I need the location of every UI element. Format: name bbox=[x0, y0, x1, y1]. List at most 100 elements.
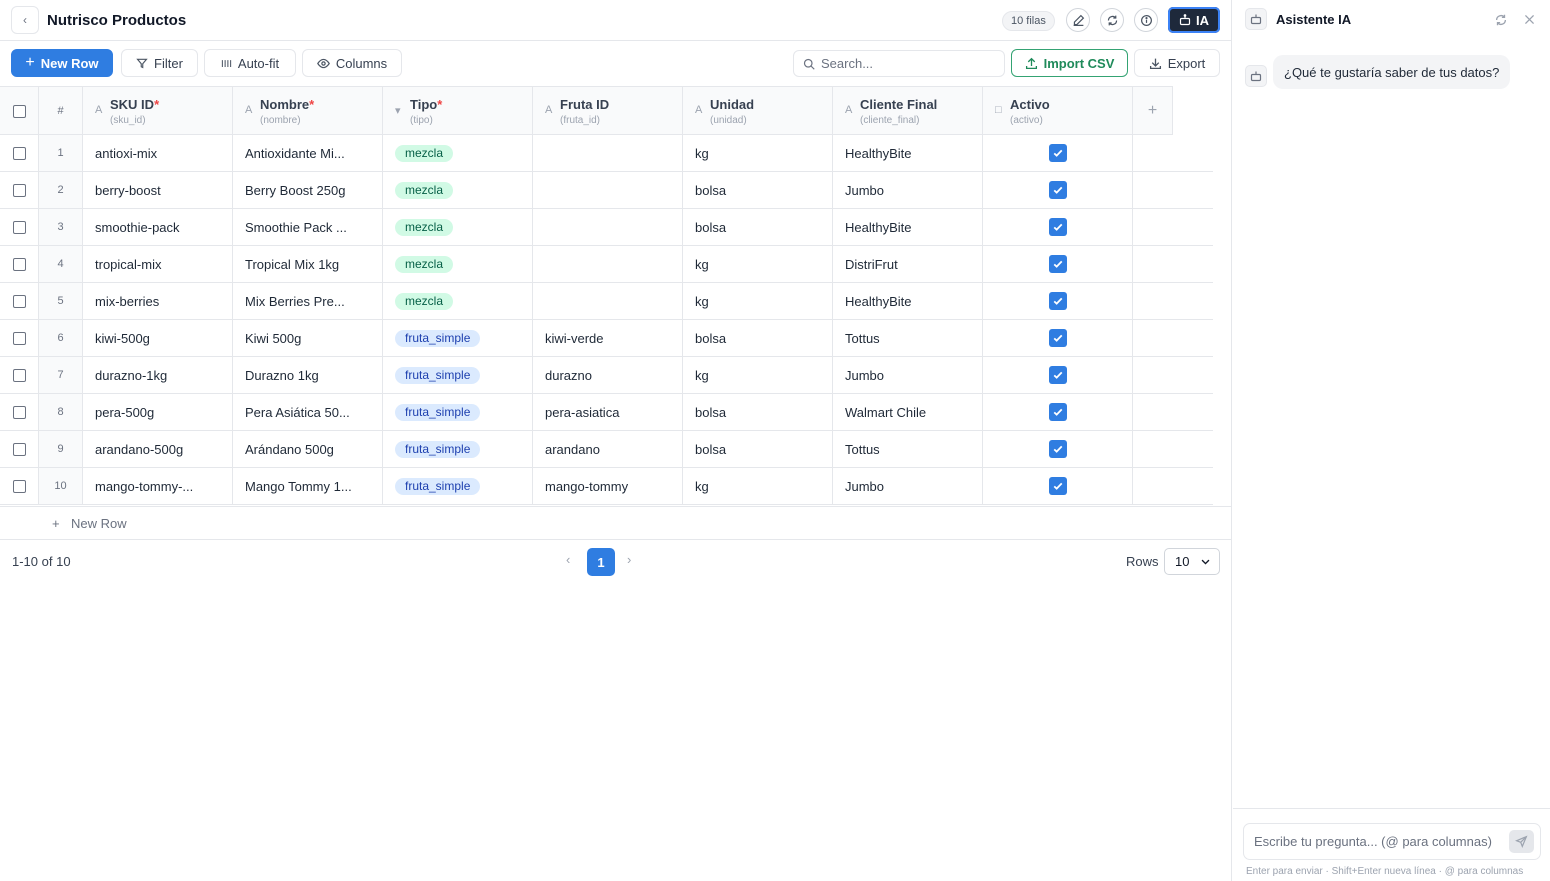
cell-tipo[interactable]: fruta_simple bbox=[383, 320, 533, 356]
cell-cliente[interactable]: Tottus bbox=[833, 320, 983, 356]
cell-activo[interactable] bbox=[983, 394, 1133, 430]
cell-fruta[interactable]: pera-asiatica bbox=[533, 394, 683, 430]
cell-tipo[interactable]: fruta_simple bbox=[383, 468, 533, 504]
row-checkbox[interactable] bbox=[12, 294, 26, 308]
row-checkbox[interactable] bbox=[12, 479, 26, 493]
activo-checkbox[interactable] bbox=[1048, 403, 1067, 421]
activo-checkbox[interactable] bbox=[1048, 181, 1067, 199]
cell-nombre[interactable]: Antioxidante Mi... bbox=[233, 135, 383, 171]
new-row-button[interactable]: + New Row bbox=[11, 49, 113, 77]
table-row[interactable]: 5 mix-berries Mix Berries Pre... mezcla kg He… bbox=[0, 283, 1213, 320]
row-checkbox[interactable] bbox=[12, 146, 26, 160]
cell-sku[interactable]: mix-berries bbox=[83, 283, 233, 319]
cell-nombre[interactable]: Smoothie Pack ... bbox=[233, 209, 383, 245]
cell-activo[interactable] bbox=[983, 320, 1133, 356]
cell-nombre[interactable]: Pera Asiática 50... bbox=[233, 394, 383, 430]
cell-tipo[interactable]: mezcla bbox=[383, 209, 533, 245]
cell-cliente[interactable]: DistriFrut bbox=[833, 246, 983, 282]
table-row[interactable]: 1 antioxi-mix Antioxidante Mi... mezcla kg He… bbox=[0, 135, 1213, 172]
autofit-button[interactable]: Auto-fit bbox=[204, 49, 296, 77]
table-row[interactable]: 9 arandano-500g Arándano 500g fruta_simple a… bbox=[0, 431, 1213, 468]
cell-nombre[interactable]: Durazno 1kg bbox=[233, 357, 383, 393]
cell-tipo[interactable]: fruta_simple bbox=[383, 431, 533, 467]
filter-button[interactable]: Filter bbox=[121, 49, 198, 77]
row-checkbox[interactable] bbox=[12, 257, 26, 271]
cell-nombre[interactable]: Kiwi 500g bbox=[233, 320, 383, 356]
activo-checkbox[interactable] bbox=[1048, 218, 1067, 236]
table-row[interactable]: 3 smoothie-pack Smoothie Pack ... mezcla bol… bbox=[0, 209, 1213, 246]
assistant-question-input[interactable] bbox=[1254, 834, 1504, 849]
cell-sku[interactable]: smoothie-pack bbox=[83, 209, 233, 245]
cell-nombre[interactable]: Mango Tommy 1... bbox=[233, 468, 383, 504]
column-header[interactable]: □ Activo (activo) bbox=[983, 87, 1133, 135]
next-page-icon[interactable]: › bbox=[627, 552, 631, 567]
cell-activo[interactable] bbox=[983, 172, 1133, 208]
activo-checkbox[interactable] bbox=[1048, 366, 1067, 384]
cell-activo[interactable] bbox=[983, 431, 1133, 467]
cell-nombre[interactable]: Arándano 500g bbox=[233, 431, 383, 467]
cell-unidad[interactable]: kg bbox=[683, 468, 833, 504]
column-header[interactable]: A Unidad (unidad) bbox=[683, 87, 833, 135]
export-button[interactable]: Export bbox=[1134, 49, 1220, 77]
cell-sku[interactable]: kiwi-500g bbox=[83, 320, 233, 356]
cell-cliente[interactable]: Walmart Chile bbox=[833, 394, 983, 430]
cell-unidad[interactable]: kg bbox=[683, 246, 833, 282]
info-button[interactable] bbox=[1134, 8, 1158, 32]
cell-tipo[interactable]: mezcla bbox=[383, 283, 533, 319]
cell-activo[interactable] bbox=[983, 246, 1133, 282]
cell-fruta[interactable] bbox=[533, 246, 683, 282]
table-row[interactable]: 6 kiwi-500g Kiwi 500g fruta_simple kiwi-verd… bbox=[0, 320, 1213, 357]
row-checkbox[interactable] bbox=[12, 442, 26, 456]
activo-checkbox[interactable] bbox=[1048, 292, 1067, 310]
cell-nombre[interactable]: Mix Berries Pre... bbox=[233, 283, 383, 319]
table-row[interactable]: 8 pera-500g Pera Asiática 50... fruta_simpl… bbox=[0, 394, 1213, 431]
cell-nombre[interactable]: Tropical Mix 1kg bbox=[233, 246, 383, 282]
cell-fruta[interactable]: mango-tommy bbox=[533, 468, 683, 504]
search-input[interactable] bbox=[821, 56, 991, 71]
cell-unidad[interactable]: kg bbox=[683, 357, 833, 393]
import-csv-button[interactable]: Import CSV bbox=[1011, 49, 1128, 77]
cell-fruta[interactable] bbox=[533, 172, 683, 208]
cell-cliente[interactable]: Tottus bbox=[833, 431, 983, 467]
activo-checkbox[interactable] bbox=[1048, 255, 1067, 273]
cell-unidad[interactable]: bolsa bbox=[683, 320, 833, 356]
cell-fruta[interactable] bbox=[533, 283, 683, 319]
cell-tipo[interactable]: fruta_simple bbox=[383, 394, 533, 430]
row-checkbox[interactable] bbox=[12, 220, 26, 234]
page-1-button[interactable]: 1 bbox=[587, 548, 615, 576]
column-header[interactable]: A Nombre* (nombre) bbox=[233, 87, 383, 135]
cell-sku[interactable]: tropical-mix bbox=[83, 246, 233, 282]
cell-tipo[interactable]: mezcla bbox=[383, 172, 533, 208]
cell-sku[interactable]: arandano-500g bbox=[83, 431, 233, 467]
row-checkbox[interactable] bbox=[12, 405, 26, 419]
edit-button[interactable] bbox=[1066, 8, 1090, 32]
cell-activo[interactable] bbox=[983, 283, 1133, 319]
cell-cliente[interactable]: Jumbo bbox=[833, 172, 983, 208]
cell-sku[interactable]: berry-boost bbox=[83, 172, 233, 208]
cell-unidad[interactable]: bolsa bbox=[683, 394, 833, 430]
ia-toggle-button[interactable]: IA bbox=[1168, 7, 1220, 33]
prev-page-icon[interactable]: ‹ bbox=[566, 552, 570, 567]
back-button[interactable]: ‹ bbox=[11, 6, 39, 34]
activo-checkbox[interactable] bbox=[1048, 144, 1067, 162]
cell-activo[interactable] bbox=[983, 357, 1133, 393]
cell-sku[interactable]: durazno-1kg bbox=[83, 357, 233, 393]
refresh-icon[interactable] bbox=[1494, 13, 1508, 27]
cell-cliente[interactable]: HealthyBite bbox=[833, 209, 983, 245]
cell-cliente[interactable]: Jumbo bbox=[833, 357, 983, 393]
cell-cliente[interactable]: Jumbo bbox=[833, 468, 983, 504]
cell-tipo[interactable]: mezcla bbox=[383, 246, 533, 282]
add-column-button[interactable]: + bbox=[1133, 87, 1173, 135]
close-icon[interactable] bbox=[1523, 13, 1536, 26]
cell-unidad[interactable]: bolsa bbox=[683, 209, 833, 245]
cell-tipo[interactable]: mezcla bbox=[383, 135, 533, 171]
cell-activo[interactable] bbox=[983, 209, 1133, 245]
cell-sku[interactable]: antioxi-mix bbox=[83, 135, 233, 171]
column-header[interactable]: ▾ Tipo* (tipo) bbox=[383, 87, 533, 135]
send-button[interactable] bbox=[1509, 830, 1534, 853]
cell-fruta[interactable]: durazno bbox=[533, 357, 683, 393]
cell-sku[interactable]: mango-tommy-... bbox=[83, 468, 233, 504]
column-header[interactable]: A Fruta ID (fruta_id) bbox=[533, 87, 683, 135]
cell-fruta[interactable] bbox=[533, 135, 683, 171]
activo-checkbox[interactable] bbox=[1048, 440, 1067, 458]
